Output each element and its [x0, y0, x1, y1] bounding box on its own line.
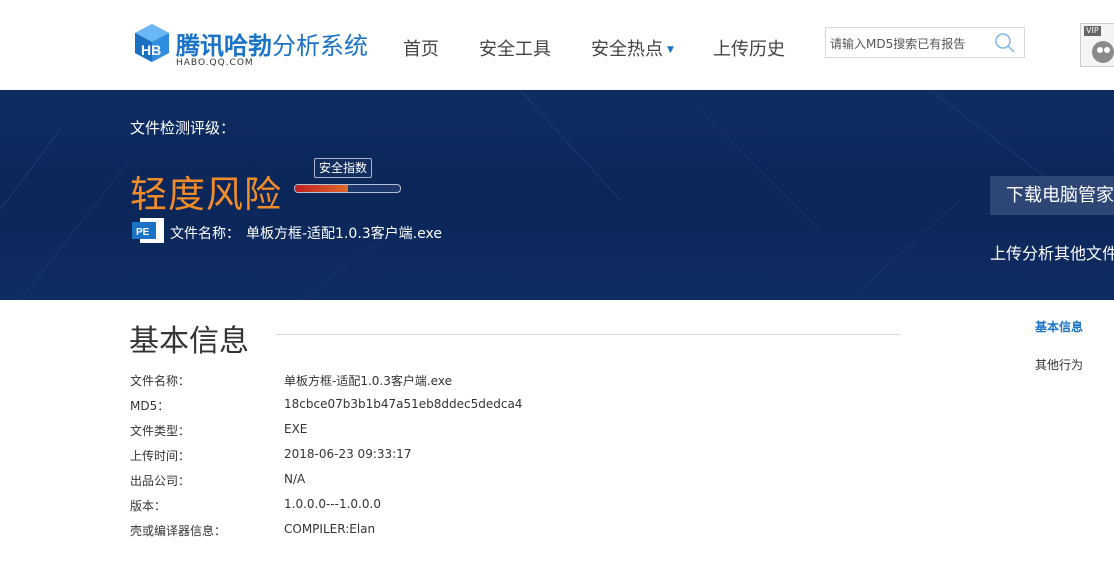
info-value: EXE [284, 422, 308, 436]
info-key: 上传时间： [130, 449, 191, 463]
nav-upload-history[interactable]: 上传历史 [713, 35, 785, 61]
download-pc-manager-button[interactable]: 下载电脑管家 [990, 176, 1114, 215]
habo-logo[interactable]: HB 腾讯哈勃分析系统 HABO.QQ.COM [132, 20, 372, 72]
info-key: 壳或编译器信息： [130, 524, 227, 538]
avatar-image-icon [1092, 41, 1114, 63]
info-key: 文件名称： [130, 374, 191, 388]
logo-subtitle: HABO.QQ.COM [176, 58, 254, 68]
info-value: 1.0.0.0---1.0.0.0 [284, 497, 381, 511]
search-icon[interactable] [994, 32, 1016, 54]
caret-down-icon: ▼ [667, 45, 674, 55]
section-divider [275, 334, 900, 335]
nav-home[interactable]: 首页 [403, 35, 439, 61]
nav-security-tools-label: 安全工具 [479, 39, 551, 60]
svg-text:HB: HB [141, 42, 161, 58]
info-value: N/A [284, 472, 306, 486]
security-score-bar [294, 184, 401, 193]
md5-search-box [825, 27, 1025, 58]
file-name-label: 文件名称： [170, 226, 240, 242]
pe-file-icon: PE [132, 218, 164, 243]
nav-upload-history-label: 上传历史 [713, 39, 785, 60]
md5-search-input[interactable] [828, 32, 992, 56]
security-score-tip: 安全指数 [314, 158, 373, 178]
side-nav-other-behavior[interactable]: 其他行为 [1035, 356, 1083, 373]
info-value: 18cbce07b3b1b47a51eb8ddec5dedca4 [284, 397, 523, 411]
habo-logo-icon: HB [135, 24, 169, 62]
pe-badge-text: PE [136, 227, 150, 238]
security-score-fill [295, 185, 348, 192]
nav-security-hotspots-label: 安全热点 [591, 39, 663, 60]
nav-security-tools[interactable]: 安全工具 [479, 35, 551, 61]
logo-title-bold: 腾讯哈勃 [176, 32, 272, 60]
section-title-basic-info: 基本信息 [129, 324, 249, 359]
nav-home-label: 首页 [403, 39, 439, 60]
info-key: 出品公司： [130, 474, 191, 488]
info-key: 版本： [130, 499, 167, 513]
risk-level: 轻度风险 [130, 173, 282, 216]
info-key: MD5： [130, 399, 170, 413]
file-name-line: 文件名称： 单板方框-适配1.0.3客户端.exe [170, 223, 448, 243]
logo-title-light: 分析系统 [272, 32, 368, 60]
rating-label: 文件检测评级： [130, 119, 236, 137]
info-value: 单板方框-适配1.0.3客户端.exe [284, 374, 452, 388]
info-value: 2018-06-23 09:33:17 [284, 447, 412, 461]
side-nav-basic-info[interactable]: 基本信息 [1035, 318, 1083, 335]
info-key: 文件类型： [130, 424, 191, 438]
user-avatar[interactable]: VIP [1080, 23, 1114, 67]
upload-other-file-link[interactable]: 上传分析其他文件 [990, 240, 1114, 264]
file-name-value: 单板方框-适配1.0.3客户端.exe [246, 226, 442, 242]
nav-security-hotspots[interactable]: 安全热点 ▼ [591, 35, 674, 61]
result-banner: 文件检测评级： 轻度风险 安全指数 PE 文件名称： 单板方框-适配1.0.3客户… [0, 90, 1114, 300]
top-header: HB 腾讯哈勃分析系统 HABO.QQ.COM 首页 安全工具 安全热点 ▼ 上传… [0, 0, 1114, 90]
logo-title: 腾讯哈勃分析系统 [176, 26, 368, 61]
info-value: COMPILER:Elan [284, 522, 376, 536]
